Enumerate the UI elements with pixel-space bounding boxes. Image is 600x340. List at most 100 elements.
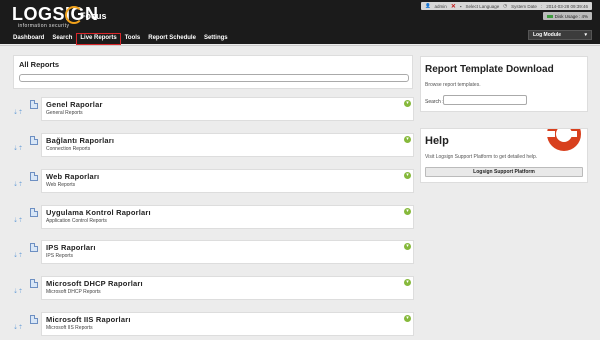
buoy-stripe	[569, 131, 577, 137]
disk-usage-value: 4%	[581, 13, 588, 19]
sort-arrows[interactable]: ⇣⇡	[13, 137, 25, 152]
nav-search[interactable]: Search	[48, 33, 76, 45]
report-template-description: Browse report templates.	[425, 82, 481, 88]
all-reports-search-input[interactable]	[19, 74, 409, 82]
category-card[interactable]: Microsoft DHCP Raporları Microsoft DHCP …	[41, 276, 414, 300]
category-title: Genel Raporlar	[46, 100, 103, 109]
user-name[interactable]: admin	[435, 4, 447, 9]
expand-icon[interactable]: ▾	[404, 172, 411, 179]
disk-usage-icon	[546, 14, 553, 18]
expand-icon[interactable]: ▾	[404, 208, 411, 215]
category-card[interactable]: Uygulama Kontrol Raporları Application C…	[41, 205, 414, 229]
category-row: ⇣⇡ Bağlantı Raporları Connection Reports…	[13, 133, 414, 157]
sort-arrows[interactable]: ⇣⇡	[13, 244, 25, 259]
sort-arrows[interactable]: ⇣⇡	[13, 316, 25, 331]
document-icon	[30, 136, 38, 145]
category-row: ⇣⇡ Microsoft IIS Raporları Microsoft IIS…	[13, 312, 414, 336]
category-card[interactable]: Bağlantı Raporları Connection Reports ▾	[41, 133, 414, 157]
category-card[interactable]: Web Raporları Web Reports ▾	[41, 169, 414, 193]
status-bar: 👤 admin ✕ ▪ Select Language ◷ System Dat…	[420, 2, 592, 10]
category-card[interactable]: IPS Raporları IPS Reports ▾	[41, 240, 414, 264]
expand-icon[interactable]: ▾	[404, 243, 411, 250]
header-divider	[0, 45, 600, 46]
category-title: Microsoft IIS Raporları	[46, 315, 131, 324]
all-reports-box: All Reports	[13, 55, 413, 89]
expand-icon[interactable]: ▾	[404, 279, 411, 286]
nav-dashboard[interactable]: Dashboard	[9, 33, 48, 45]
document-icon	[30, 208, 38, 217]
arrow-up-icon[interactable]: ⇡	[18, 146, 23, 153]
sort-arrows[interactable]: ⇣⇡	[13, 209, 25, 224]
expand-icon[interactable]: ▾	[404, 136, 411, 143]
sort-arrows[interactable]: ⇣⇡	[13, 101, 25, 116]
lifebuoy-icon	[547, 129, 581, 151]
category-title: Bağlantı Raporları	[46, 136, 115, 145]
document-icon	[30, 100, 38, 109]
category-title: Web Raporları	[46, 172, 100, 181]
logo-tagline: information security	[18, 23, 70, 29]
log-module-label: Log Module	[533, 32, 562, 38]
search-label: Search :	[425, 99, 444, 105]
clock-icon: ◷	[503, 3, 508, 8]
user-icon: 👤	[424, 3, 431, 8]
select-language-link[interactable]: Select Language	[465, 4, 499, 9]
category-row: ⇣⇡ Genel Raporlar General Reports ▾	[13, 97, 414, 121]
sort-arrows[interactable]: ⇣⇡	[13, 173, 25, 188]
arrow-up-icon[interactable]: ⇡	[18, 325, 23, 332]
category-subtitle: General Reports	[46, 110, 83, 116]
category-row: ⇣⇡ IPS Raporları IPS Reports ▾	[13, 240, 414, 264]
nav-live-reports[interactable]: Live Reports	[76, 33, 121, 45]
category-title: Uygulama Kontrol Raporları	[46, 208, 151, 217]
category-subtitle: Microsoft IIS Reports	[46, 325, 93, 331]
disk-usage: Disk Usage : 4%	[542, 12, 592, 20]
report-template-search-input[interactable]	[443, 95, 527, 105]
report-template-title: Report Template Download	[425, 64, 554, 75]
separator: :	[540, 3, 543, 9]
main-nav: Dashboard Search Live Reports Tools Repo…	[9, 33, 232, 45]
expand-icon[interactable]: ▾	[404, 100, 411, 107]
report-template-box: Report Template Download Browse report t…	[420, 56, 588, 112]
sort-arrows[interactable]: ⇣⇡	[13, 280, 25, 295]
expand-icon[interactable]: ▾	[404, 315, 411, 322]
category-card[interactable]: Genel Raporlar General Reports ▾	[41, 97, 414, 121]
arrow-up-icon[interactable]: ⇡	[18, 182, 23, 189]
nav-settings[interactable]: Settings	[200, 33, 232, 45]
category-row: ⇣⇡ Microsoft DHCP Raporları Microsoft DH…	[13, 276, 414, 300]
support-platform-button[interactable]: Logsign Support Platform	[425, 167, 583, 177]
product-name: Focus	[80, 11, 107, 21]
category-subtitle: Microsoft DHCP Reports	[46, 289, 101, 295]
arrow-up-icon[interactable]: ⇡	[18, 253, 23, 260]
log-module-dropdown[interactable]: Log Module ▾	[528, 30, 592, 40]
document-icon	[30, 315, 38, 324]
category-title: IPS Raporları	[46, 243, 96, 252]
help-box: Help Visit Logsign Support Platform to g…	[420, 128, 588, 183]
category-subtitle: Connection Reports	[46, 146, 91, 152]
document-icon	[30, 279, 38, 288]
category-subtitle: Web Reports	[46, 182, 76, 188]
document-icon	[30, 243, 38, 252]
logout-icon[interactable]: ✕	[451, 3, 456, 10]
system-date-label: System Date	[511, 3, 537, 9]
buoy-stripe	[547, 131, 555, 137]
chevron-down-icon: ▾	[584, 32, 587, 38]
system-date-value: 2014-03-28 09:39:46	[546, 3, 588, 9]
help-title: Help	[425, 135, 449, 147]
all-reports-title: All Reports	[19, 60, 60, 69]
nav-report-schedule[interactable]: Report Schedule	[144, 33, 200, 45]
top-header: LOGSIGN information security Focus Dashb…	[0, 0, 600, 45]
category-subtitle: IPS Reports	[46, 253, 73, 259]
language-icon: ▪	[459, 3, 462, 9]
arrow-up-icon[interactable]: ⇡	[18, 110, 23, 117]
arrow-up-icon[interactable]: ⇡	[18, 289, 23, 296]
nav-tools[interactable]: Tools	[121, 33, 145, 45]
category-row: ⇣⇡ Web Raporları Web Reports ▾	[13, 169, 414, 193]
document-icon	[30, 172, 38, 181]
reports-panel: All Reports ⇣⇡ Genel Raporlar General Re…	[13, 55, 414, 340]
help-description: Visit Logsign Support Platform to get de…	[425, 154, 538, 160]
category-row: ⇣⇡ Uygulama Kontrol Raporları Applicatio…	[13, 205, 414, 229]
disk-usage-label: Disk Usage	[554, 13, 578, 19]
arrow-up-icon[interactable]: ⇡	[18, 218, 23, 225]
category-title: Microsoft DHCP Raporları	[46, 279, 143, 288]
category-subtitle: Application Control Reports	[46, 218, 107, 224]
category-card[interactable]: Microsoft IIS Raporları Microsoft IIS Re…	[41, 312, 414, 336]
